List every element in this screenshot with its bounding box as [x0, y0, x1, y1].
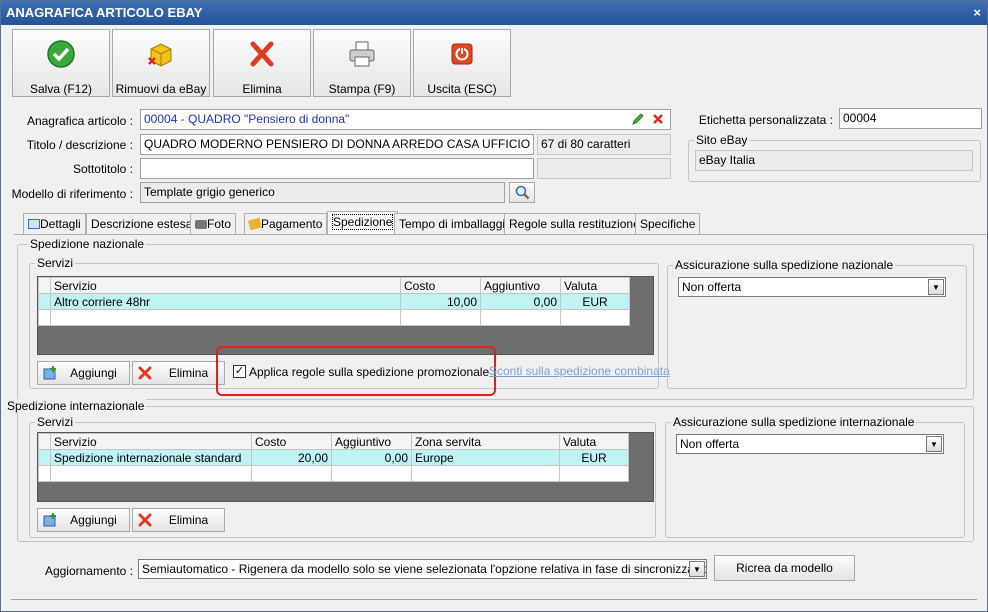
- table-header-row: Servizio Costo Aggiuntivo Valuta: [38, 277, 630, 294]
- etichetta-label: Etichetta personalizzata :: [698, 113, 833, 127]
- nazionale-table: Servizio Costo Aggiuntivo Valuta Altro c…: [38, 277, 630, 326]
- subtitle-counter: [537, 158, 671, 179]
- internazionale-table: Servizio Costo Aggiuntivo Zona servita V…: [38, 433, 629, 482]
- internazionale-assicurazione-select[interactable]: Non offerta ▼: [676, 434, 944, 454]
- modello-label: Modello di riferimento :: [11, 187, 133, 201]
- tab-panel-border: [14, 234, 986, 235]
- table-cell[interactable]: 0,00: [331, 449, 412, 466]
- table-cell[interactable]: Spedizione internazionale standard: [50, 449, 252, 466]
- box-remove-icon: [148, 43, 172, 67]
- promo-label: Applica regole sulla spedizione promozio…: [249, 365, 490, 379]
- add-service-icon: [43, 366, 56, 380]
- titolo-field[interactable]: QUADRO MODERNO PENSIERO DI DONNA ARREDO …: [140, 134, 534, 155]
- chevron-down-icon[interactable]: ▼: [926, 436, 942, 452]
- search-icon: [515, 185, 530, 200]
- internazionale-add-button[interactable]: Aggiungi: [37, 508, 130, 532]
- save-button[interactable]: Salva (F12): [12, 29, 110, 97]
- search-template-button[interactable]: [509, 182, 535, 203]
- internazionale-title: Spedizione internazionale: [5, 399, 147, 413]
- window-title: ANAGRAFICA ARTICOLO EBAY: [6, 5, 203, 20]
- close-icon[interactable]: ×: [973, 1, 981, 25]
- delete-button[interactable]: Elimina: [213, 29, 311, 97]
- column-header: Valuta: [560, 277, 630, 294]
- printer-icon: [349, 41, 375, 67]
- column-header: Zona servita: [411, 433, 560, 450]
- column-header: Valuta: [559, 433, 629, 450]
- table-cell[interactable]: 10,00: [400, 293, 481, 310]
- aggiornamento-select[interactable]: Semiautomatico - Rigenera da modello sol…: [138, 559, 707, 579]
- table-cell[interactable]: Europe: [411, 449, 560, 466]
- nazionale-title: Spedizione nazionale: [28, 237, 147, 251]
- table-row-empty[interactable]: [38, 309, 630, 326]
- etichetta-field[interactable]: 00004: [839, 108, 982, 129]
- exit-icon: [451, 43, 473, 65]
- internazionale-grid: Servizio Costo Aggiuntivo Zona servita V…: [37, 432, 654, 502]
- ebay-article-window: ANAGRAFICA ARTICOLO EBAY × Salva (F12) R…: [0, 0, 988, 612]
- table-header-row: Servizio Costo Aggiuntivo Zona servita V…: [38, 433, 629, 450]
- column-header: Aggiuntivo: [331, 433, 412, 450]
- title-char-counter: 67 di 80 caratteri: [537, 134, 671, 155]
- nazionale-delete-button[interactable]: Elimina: [132, 361, 225, 385]
- delete-x-icon: [138, 366, 152, 380]
- table-cell[interactable]: Altro corriere 48hr: [50, 293, 401, 310]
- tab-regole-restituzione[interactable]: Regole sulla restituzione: [504, 213, 645, 235]
- tab-pagamento[interactable]: Pagamento: [244, 213, 328, 235]
- sito-ebay-field: eBay Italia: [695, 150, 973, 171]
- internazionale-delete-button[interactable]: Elimina: [132, 508, 225, 532]
- check-icon: [47, 40, 75, 68]
- nazionale-servizi-title: Servizi: [35, 256, 76, 270]
- sottotitolo-field[interactable]: [140, 158, 534, 179]
- add-service-icon: [43, 513, 56, 527]
- table-cell[interactable]: 20,00: [251, 449, 332, 466]
- tab-spedizione[interactable]: Spedizione: [327, 211, 399, 235]
- tab-descrizione-estesa[interactable]: Descrizione estesa: [86, 213, 198, 235]
- delete-x-icon: [250, 41, 274, 67]
- table-cell[interactable]: 0,00: [480, 293, 561, 310]
- nazionale-add-button[interactable]: Aggiungi: [37, 361, 130, 385]
- anagrafica-label: Anagrafica articolo :: [26, 114, 133, 128]
- chevron-down-icon[interactable]: ▼: [689, 561, 705, 577]
- table-row-empty[interactable]: [38, 465, 629, 482]
- clear-x-icon[interactable]: [652, 113, 664, 125]
- tab-specifiche[interactable]: Specifiche: [635, 213, 701, 235]
- column-header: Costo: [400, 277, 481, 294]
- titolo-label: Titolo / descrizione :: [26, 138, 133, 152]
- table-cell[interactable]: EUR: [560, 293, 630, 310]
- column-header: Servizio: [50, 433, 252, 450]
- title-bar: ANAGRAFICA ARTICOLO EBAY ×: [1, 1, 987, 25]
- promo-checkbox[interactable]: ✓: [233, 365, 246, 378]
- print-button[interactable]: Stampa (F9): [313, 29, 411, 97]
- internazionale-assicurazione-title: Assicurazione sulla spedizione internazi…: [671, 415, 917, 429]
- table-row[interactable]: Altro corriere 48hr 10,00 0,00 EUR: [38, 293, 630, 310]
- nazionale-assicurazione-title: Assicurazione sulla spedizione nazionale: [673, 258, 896, 272]
- nazionale-grid: Servizio Costo Aggiuntivo Valuta Altro c…: [37, 276, 654, 355]
- tab-tempo-imballaggio[interactable]: Tempo di imballaggio: [394, 213, 517, 235]
- table-cell[interactable]: EUR: [559, 449, 629, 466]
- table-row[interactable]: Spedizione internazionale standard 20,00…: [38, 449, 629, 466]
- ricrea-da-modello-button[interactable]: Ricrea da modello: [714, 555, 855, 581]
- delete-x-icon: [138, 513, 152, 527]
- edit-pencil-icon[interactable]: [631, 112, 645, 126]
- bottom-divider: [11, 599, 977, 600]
- sconti-link[interactable]: Sconti sulla spedizione combinata: [489, 364, 670, 378]
- internazionale-servizi-title: Servizi: [35, 415, 76, 429]
- camera-icon: [195, 220, 207, 229]
- column-header: Aggiuntivo: [480, 277, 561, 294]
- chevron-down-icon[interactable]: ▼: [928, 279, 944, 295]
- sottotitolo-label: Sottotitolo :: [72, 162, 133, 176]
- modello-field: Template grigio generico: [140, 182, 505, 203]
- calendar-icon: [28, 219, 40, 229]
- aggiornamento-label: Aggiornamento :: [44, 564, 133, 578]
- tab-foto[interactable]: Foto: [190, 213, 237, 235]
- column-header: Servizio: [50, 277, 401, 294]
- anagrafica-field[interactable]: 00004 - QUADRO "Pensiero di donna": [140, 109, 671, 130]
- exit-button[interactable]: Uscita (ESC): [413, 29, 511, 97]
- sito-ebay-title: Sito eBay: [694, 133, 750, 147]
- column-header: Costo: [251, 433, 332, 450]
- tab-dettagli[interactable]: Dettagli: [23, 213, 86, 235]
- remove-from-ebay-button[interactable]: Rimuovi da eBay: [112, 29, 210, 97]
- money-icon: [247, 217, 263, 231]
- nazionale-assicurazione-select[interactable]: Non offerta ▼: [678, 277, 946, 297]
